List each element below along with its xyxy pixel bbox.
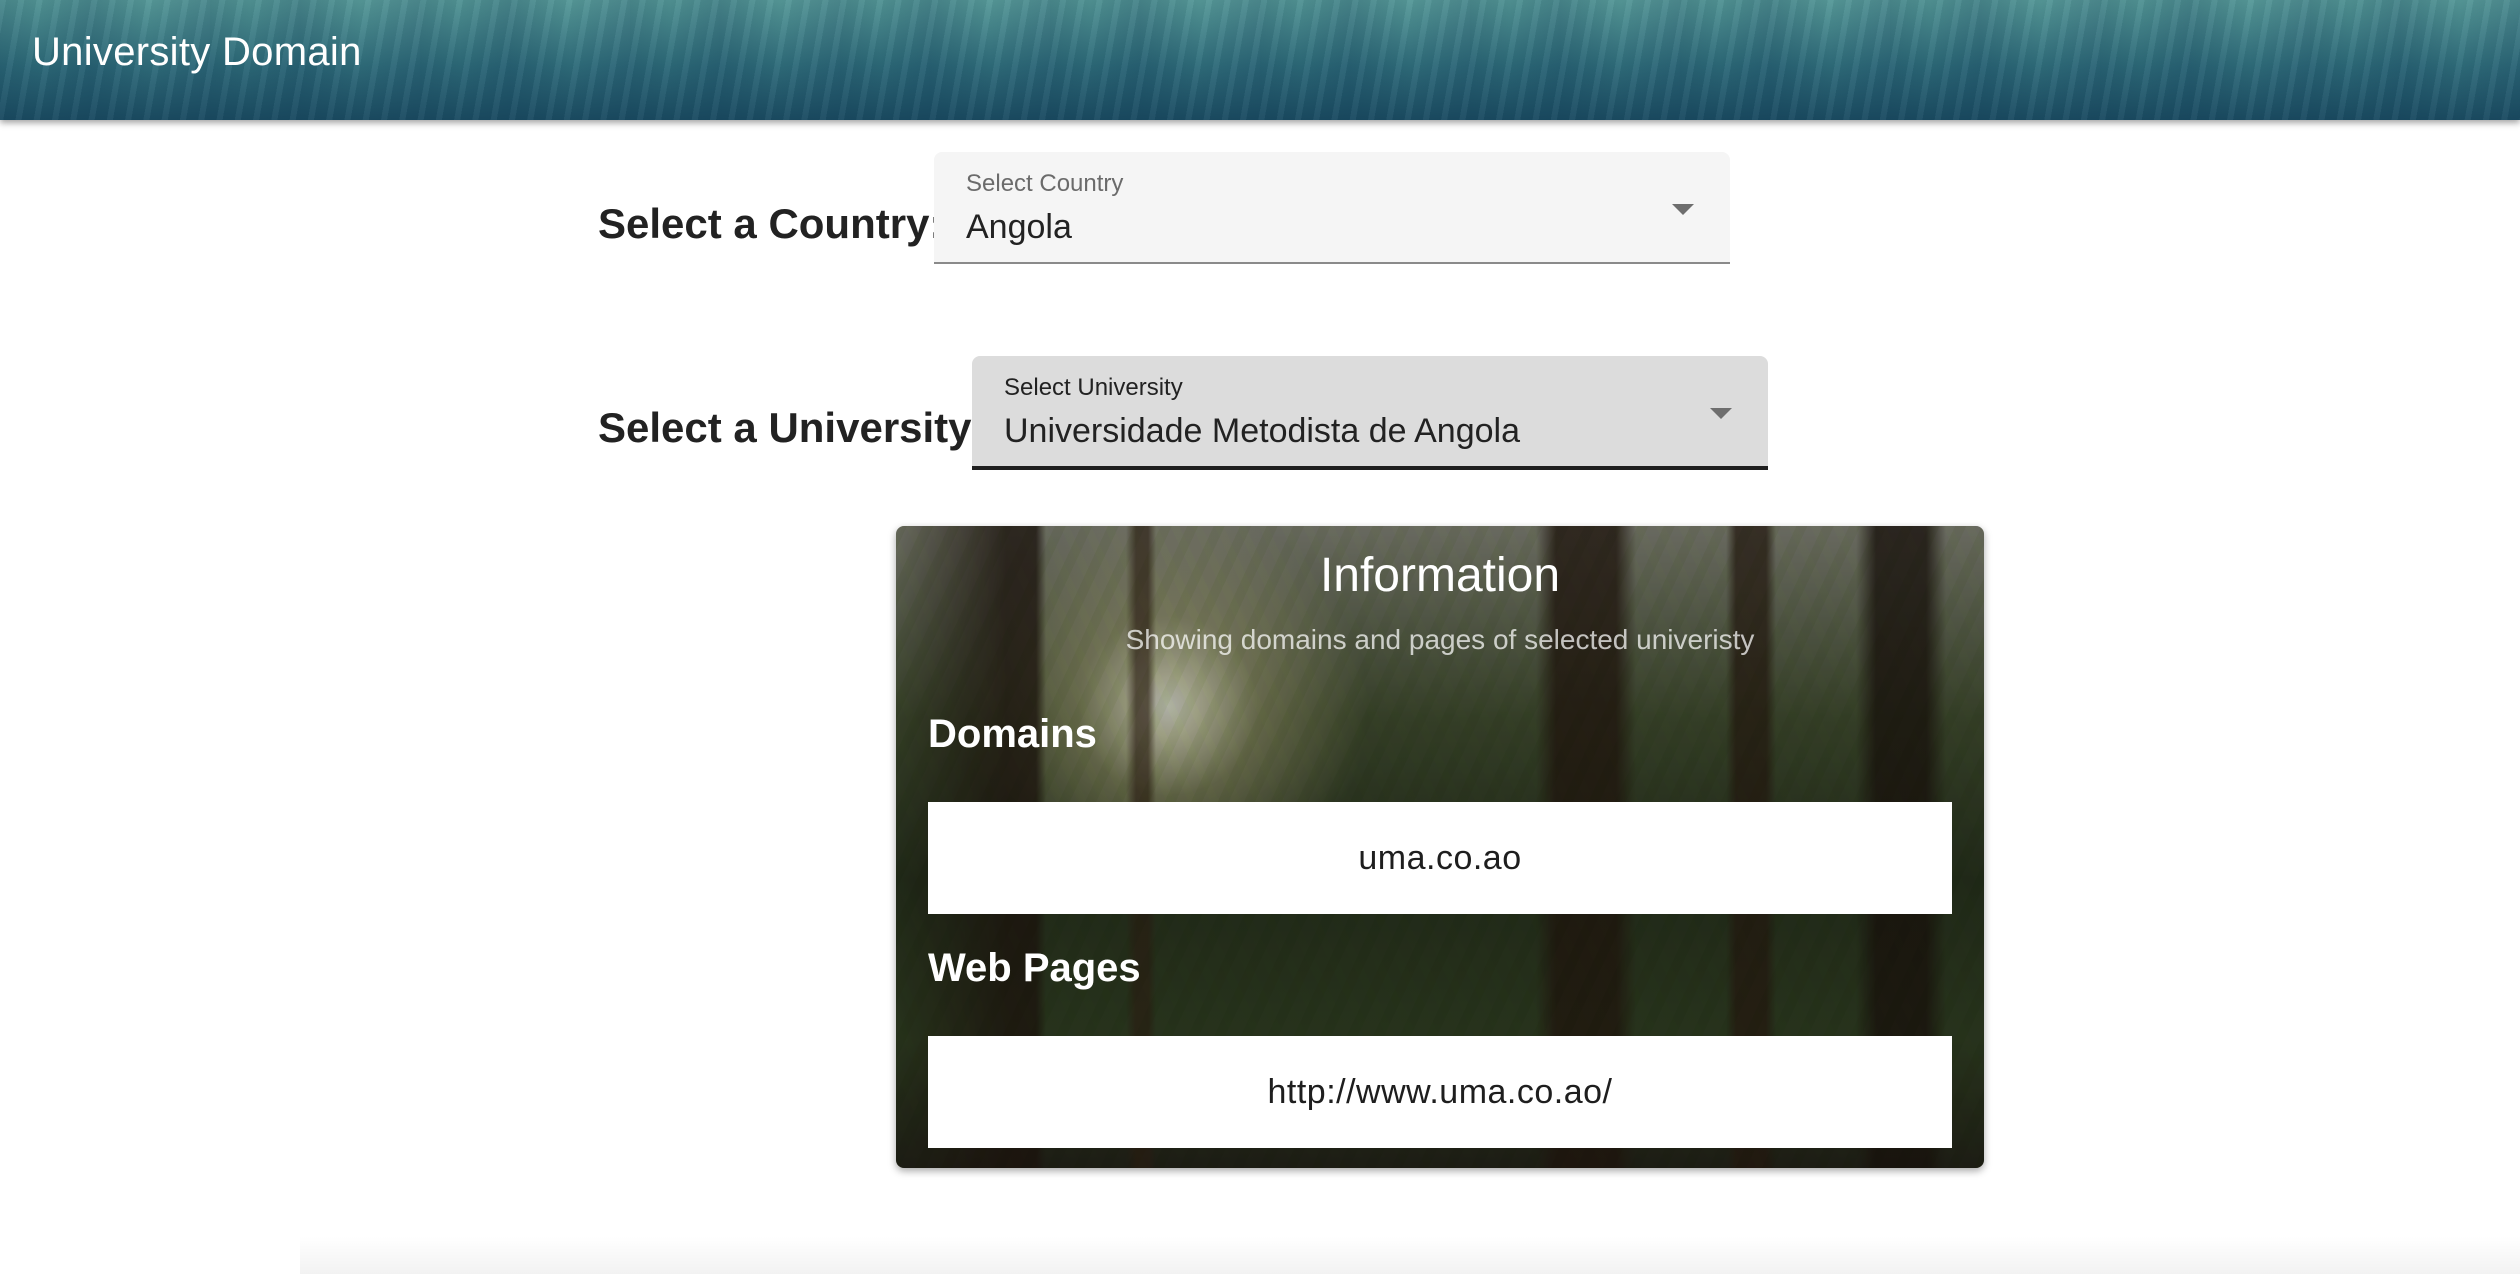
country-select-label: Select Country: [966, 170, 1124, 197]
card-title: Information: [1319, 549, 1561, 602]
country-select[interactable]: Select Country Angola: [934, 152, 1730, 264]
university-select-label: Select University: [1004, 374, 1183, 401]
university-row-label: Select a University:: [598, 404, 986, 451]
bottom-shadow: [300, 1236, 2520, 1274]
card-subtitle: Showing domains and pages of selected un…: [1125, 624, 1755, 655]
app-bar: University Domain: [0, 0, 2520, 120]
web-pages-heading: Web Pages: [928, 946, 1141, 990]
country-row-label: Select a Country:: [598, 200, 944, 247]
arrow-drop-down-icon[interactable]: [1710, 408, 1732, 419]
app-title: University Domain: [32, 30, 362, 74]
university-select[interactable]: Select University Universidade Metodista…: [972, 356, 1768, 470]
web-page-value-box: http://www.uma.co.ao/: [928, 1036, 1952, 1148]
domain-value-box: uma.co.ao: [928, 802, 1952, 914]
domains-heading: Domains: [928, 712, 1097, 756]
country-select-value: Angola: [966, 208, 1072, 246]
arrow-drop-down-icon[interactable]: [1672, 204, 1694, 215]
university-select-value: Universidade Metodista de Angola: [1004, 412, 1520, 450]
information-card: Information Showing domains and pages of…: [896, 526, 1984, 1168]
app-bar-background: [0, 0, 2520, 120]
